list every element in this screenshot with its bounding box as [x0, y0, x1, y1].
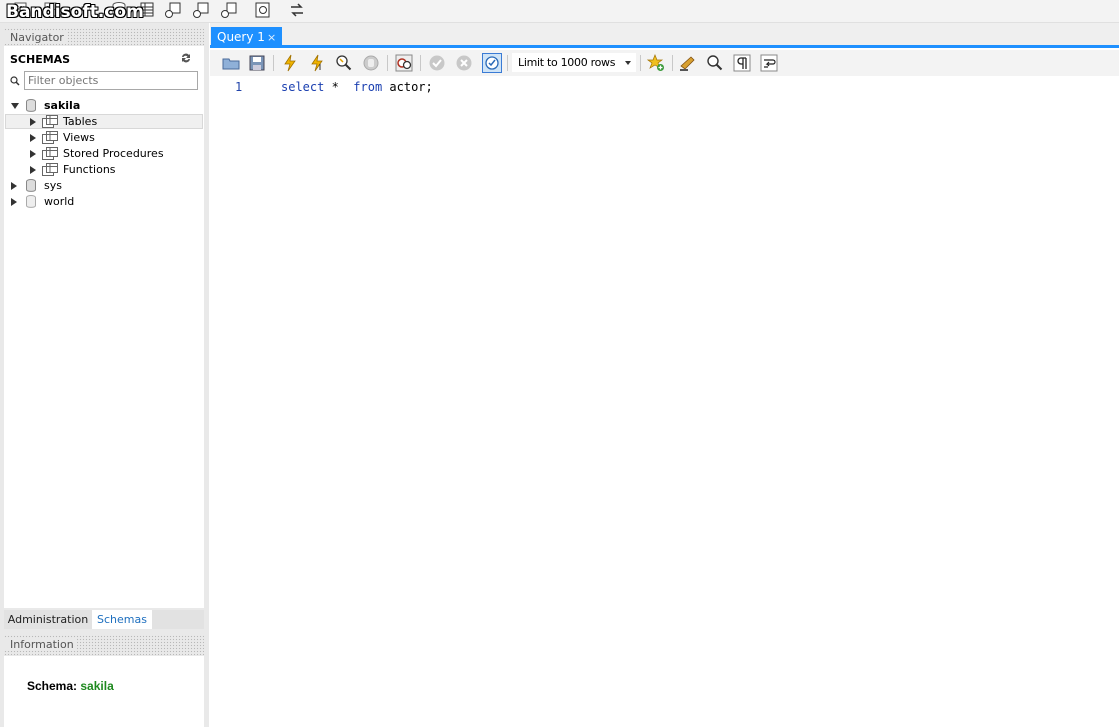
expand-sakila-icon[interactable]	[11, 103, 19, 109]
tables-folder-icon	[42, 115, 58, 128]
toolbar-separator	[420, 55, 421, 71]
stored-procedures-folder-icon	[42, 147, 58, 160]
tree-item-tables[interactable]: Tables	[63, 114, 97, 130]
tab-schemas[interactable]: Schemas	[92, 610, 152, 629]
schemas-title: SCHEMAS	[10, 53, 71, 66]
keyword-select: select	[281, 80, 325, 94]
information-header: Information	[4, 635, 204, 655]
reconnect-icon[interactable]	[288, 1, 306, 19]
database-icon	[26, 195, 36, 208]
expand-world-icon[interactable]	[11, 198, 17, 206]
find-icon[interactable]	[706, 54, 724, 72]
sql-code[interactable]: select * from actor;	[281, 80, 433, 94]
expand-views-icon[interactable]	[30, 134, 36, 142]
navigator-header: Navigator	[4, 28, 204, 48]
schema-sakila[interactable]: sakila	[44, 98, 80, 114]
schema-info-value: sakila	[80, 679, 114, 693]
tree-item-stored-procedures[interactable]: Stored Procedures	[63, 146, 164, 162]
filter-objects-input[interactable]	[24, 71, 198, 90]
database-icon	[26, 179, 36, 192]
expand-stored-procedures-icon[interactable]	[30, 150, 36, 158]
expand-tables-icon[interactable]	[30, 118, 36, 126]
expand-functions-icon[interactable]	[30, 166, 36, 174]
toolbar-separator	[672, 55, 673, 71]
toolbar-separator	[507, 55, 508, 71]
code-star: *	[324, 80, 347, 94]
chevron-down-icon	[625, 61, 631, 65]
toolbar-separator	[387, 55, 388, 71]
line-number: 1	[235, 80, 243, 94]
close-tab-icon[interactable]: ×	[267, 31, 276, 44]
save-icon[interactable]	[248, 54, 266, 72]
tab-administration[interactable]: Administration	[4, 610, 92, 629]
main-toolbar: SQL SQL	[0, 0, 1119, 23]
tree-item-views[interactable]: Views	[63, 130, 95, 146]
search-icon	[10, 76, 20, 86]
toggle-word-wrap-icon[interactable]	[760, 54, 778, 72]
editor-tab-bar	[210, 23, 1119, 48]
refresh-icon[interactable]	[180, 52, 192, 64]
search-table-data-icon[interactable]	[254, 1, 272, 19]
commit-icon[interactable]	[428, 54, 446, 72]
rollback-icon[interactable]	[455, 54, 473, 72]
schema-info: Schema: sakila	[27, 679, 114, 693]
toggle-continue-on-error-icon[interactable]	[395, 54, 413, 72]
database-icon	[26, 99, 36, 112]
sql-editor-line[interactable]: 1 select * from actor;	[210, 79, 1119, 96]
limit-rows-select-value: Limit to 1000 rows	[518, 56, 616, 69]
add-snippet-icon[interactable]	[647, 54, 665, 72]
editor-area	[210, 23, 1119, 727]
create-procedure-icon[interactable]	[192, 1, 210, 19]
views-folder-icon	[42, 131, 58, 144]
toolbar-separator	[640, 55, 641, 71]
stop-icon[interactable]	[362, 54, 380, 72]
execute-icon[interactable]	[281, 54, 299, 72]
tab-query-1[interactable]: Query 1 ×	[211, 27, 282, 48]
keyword-from: from	[353, 80, 383, 94]
create-view-icon[interactable]	[164, 1, 182, 19]
functions-folder-icon	[42, 163, 58, 176]
schema-sys[interactable]: sys	[44, 178, 62, 194]
limit-rows-select[interactable]: Limit to 1000 rows	[512, 53, 636, 72]
toggle-autocommit-icon[interactable]	[482, 53, 502, 73]
expand-sys-icon[interactable]	[11, 182, 17, 190]
tree-item-functions[interactable]: Functions	[63, 162, 116, 178]
navigator-body	[4, 46, 204, 608]
beautify-icon[interactable]	[679, 54, 697, 72]
schema-world[interactable]: world	[44, 194, 74, 210]
explain-icon[interactable]	[335, 54, 353, 72]
schema-info-label: Schema:	[27, 679, 78, 693]
open-file-icon[interactable]	[222, 54, 240, 72]
create-function-icon[interactable]	[220, 1, 238, 19]
toggle-invisible-characters-icon[interactable]	[733, 54, 751, 72]
tab-query-1-label: Query 1	[217, 30, 265, 44]
toolbar-separator	[273, 55, 274, 71]
bandisoft-watermark: Bandisoft.com	[6, 2, 144, 22]
execute-current-statement-icon[interactable]	[308, 54, 326, 72]
code-rest: actor;	[382, 80, 433, 94]
